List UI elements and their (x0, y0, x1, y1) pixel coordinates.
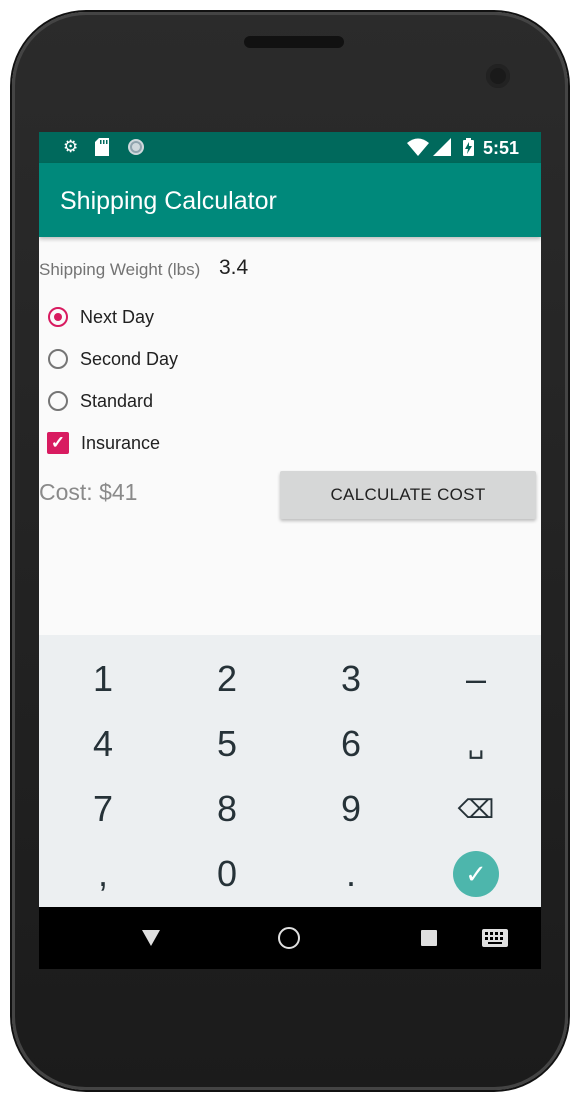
radio-button[interactable] (48, 391, 68, 411)
keyboard-switch-icon[interactable] (475, 907, 515, 969)
key-2[interactable]: 2 (167, 647, 287, 711)
key-4[interactable]: 4 (43, 712, 163, 776)
front-camera (486, 64, 510, 88)
navigation-bar (39, 907, 541, 969)
key-5[interactable]: 5 (167, 712, 287, 776)
checkmark-icon[interactable]: ✓ (453, 851, 499, 897)
done-key[interactable]: ✓ (416, 842, 536, 906)
radio-label: Next Day (80, 306, 155, 327)
key-9[interactable]: 9 (291, 777, 411, 841)
key-6[interactable]: 6 (291, 712, 411, 776)
app-title: Shipping Calculator (60, 187, 277, 215)
checkbox-label: Insurance (81, 432, 161, 453)
gear-icon: ⚙ (63, 137, 79, 156)
app-bar: Shipping Calculator (39, 163, 541, 237)
weight-input[interactable]: 3.4 (219, 256, 248, 280)
key-1[interactable]: 1 (43, 647, 163, 711)
radio-button[interactable] (48, 349, 68, 369)
status-bar: ⚙ 5:51 (39, 132, 541, 163)
radio-next-day[interactable]: Next Day (47, 302, 154, 332)
sync-circle-icon (127, 138, 145, 156)
radio-standard[interactable]: Standard (47, 386, 153, 416)
space-key-icon[interactable]: ␣ (416, 712, 536, 776)
key-minus[interactable]: – (416, 647, 536, 711)
weight-label: Shipping Weight (lbs) (39, 260, 201, 279)
key-0[interactable]: 0 (167, 842, 287, 906)
device-screen: ⚙ 5:51 Shipping Calculator Shipping Weig… (39, 132, 541, 969)
earpiece (244, 36, 344, 48)
key-7[interactable]: 7 (43, 777, 163, 841)
back-icon[interactable] (131, 907, 171, 969)
key-period[interactable]: . (291, 842, 411, 906)
radio-label: Second Day (80, 348, 179, 369)
wifi-icon (407, 138, 429, 156)
insurance-checkbox[interactable]: ✓ (47, 432, 69, 454)
battery-charging-icon (463, 138, 474, 156)
signal-icon (433, 138, 451, 156)
radio-button-selected[interactable] (48, 307, 68, 327)
sd-card-icon (95, 138, 109, 156)
calculate-cost-button[interactable]: CALCULATE COST (280, 471, 536, 519)
cost-result: Cost: $41 (39, 479, 138, 505)
key-3[interactable]: 3 (291, 647, 411, 711)
backspace-icon[interactable]: ⌫ (416, 777, 536, 841)
key-comma[interactable]: , (43, 842, 163, 906)
home-icon[interactable] (269, 907, 309, 969)
status-time: 5:51 (482, 138, 519, 158)
key-8[interactable]: 8 (167, 777, 287, 841)
radio-second-day[interactable]: Second Day (47, 344, 178, 374)
radio-label: Standard (80, 390, 154, 411)
numeric-keyboard: 1 2 3 – 4 5 6 ␣ 7 8 9 ⌫ , 0 . ✓ (39, 635, 541, 907)
insurance-checkbox-row[interactable]: ✓ Insurance (47, 428, 160, 458)
recents-icon[interactable] (409, 907, 449, 969)
